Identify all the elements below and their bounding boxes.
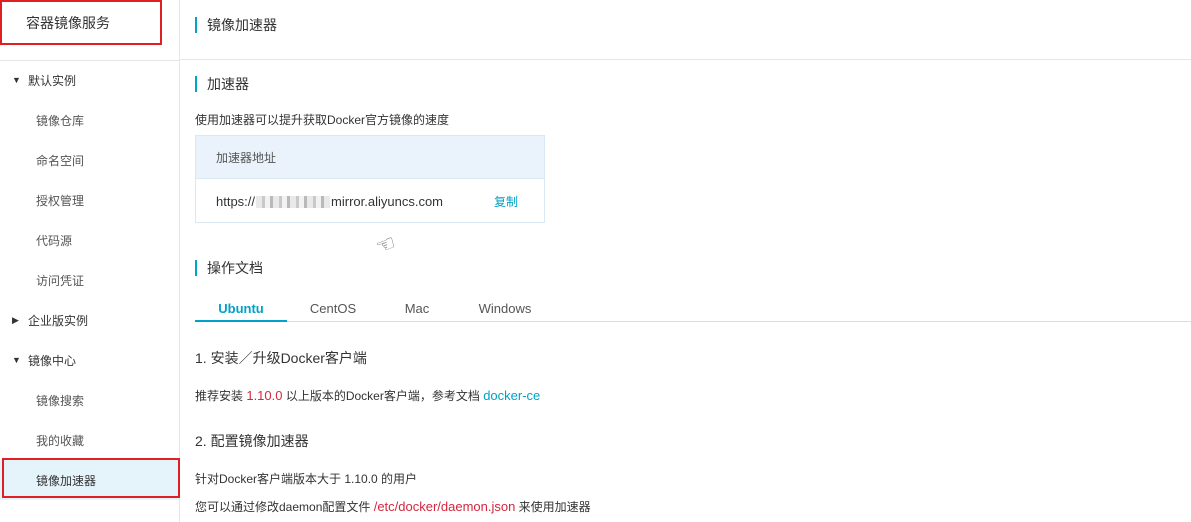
sidebar-item-access-credential[interactable]: 访问凭证 bbox=[0, 260, 179, 300]
accelerator-address-box: 加速器地址 https:// mirror.aliyuncs.com 复制 bbox=[195, 135, 545, 223]
sidebar-item-my-favorites[interactable]: 我的收藏 bbox=[0, 420, 179, 460]
tab-mac[interactable]: Mac bbox=[381, 296, 453, 321]
tab-centos[interactable]: CentOS bbox=[293, 296, 373, 321]
nav-group-enterprise-instance[interactable]: ▶ 企业版实例 bbox=[0, 300, 179, 340]
step1-version: 1.10.0 bbox=[246, 388, 283, 403]
sidebar-item-code-source[interactable]: 代码源 bbox=[0, 220, 179, 260]
accelerator-description: 使用加速器可以提升获取Docker官方镜像的速度 bbox=[195, 113, 450, 127]
sidebar-item-namespace[interactable]: 命名空间 bbox=[0, 140, 179, 180]
nav-group-label: 默认实例 bbox=[28, 73, 77, 88]
step1-text-middle: 以上版本的Docker客户端，参考文档 bbox=[282, 389, 484, 403]
sidebar-item-image-accelerator[interactable]: 镜像加速器 bbox=[0, 460, 179, 500]
accelerator-url: https:// mirror.aliyuncs.com bbox=[216, 194, 443, 209]
hand-pointer-icon: ☜ bbox=[372, 229, 400, 260]
url-prefix: https:// bbox=[216, 194, 256, 209]
tab-windows[interactable]: Windows bbox=[465, 296, 545, 321]
step2-text-before: 您可以通过修改daemon配置文件 bbox=[195, 500, 374, 514]
step1-text: 推荐安装 1.10.0 以上版本的Docker客户端，参考文档 docker-c… bbox=[195, 387, 540, 404]
page-title: 镜像加速器 bbox=[195, 17, 277, 33]
step2-line2: 您可以通过修改daemon配置文件 /etc/docker/daemon.jso… bbox=[195, 498, 591, 515]
sidebar: 容器镜像服务 ▼ 默认实例 镜像仓库 命名空间 授权管理 代码源 访问凭证 ▶ … bbox=[0, 0, 180, 522]
url-suffix: mirror.aliyuncs.com bbox=[331, 194, 443, 209]
step2-title: 2. 配置镜像加速器 bbox=[195, 433, 309, 449]
caret-down-icon: ▼ bbox=[12, 75, 21, 85]
accelerator-section-title: 加速器 bbox=[195, 76, 249, 92]
sidebar-item-authorization[interactable]: 授权管理 bbox=[0, 180, 179, 220]
sidebar-item-image-repo[interactable]: 镜像仓库 bbox=[0, 100, 179, 140]
accelerator-address-label: 加速器地址 bbox=[196, 136, 544, 179]
copy-button[interactable]: 复制 bbox=[494, 193, 518, 210]
step2-text-after: 来使用加速器 bbox=[515, 500, 591, 514]
nav-group-label: 镜像中心 bbox=[28, 353, 77, 368]
page-header bbox=[180, 0, 1191, 60]
daemon-json-path: /etc/docker/daemon.json bbox=[373, 499, 516, 514]
os-tabs: Ubuntu CentOS Mac Windows bbox=[195, 296, 1191, 322]
nav-group-label: 企业版实例 bbox=[28, 313, 89, 328]
product-title: 容器镜像服务 bbox=[0, 0, 162, 45]
caret-right-icon: ▶ bbox=[12, 314, 19, 325]
masked-id bbox=[256, 195, 331, 208]
step2-line1: 针对Docker客户端版本大于 1.10.0 的用户 bbox=[195, 472, 418, 486]
tab-ubuntu[interactable]: Ubuntu bbox=[195, 296, 287, 322]
docs-section-title: 操作文档 bbox=[195, 260, 263, 276]
caret-down-icon: ▼ bbox=[12, 355, 21, 365]
sidebar-item-image-search[interactable]: 镜像搜索 bbox=[0, 380, 179, 420]
step1-title: 1. 安装／升级Docker客户端 bbox=[195, 350, 367, 366]
nav-group-default-instance[interactable]: ▼ 默认实例 bbox=[0, 60, 179, 100]
docker-ce-link[interactable]: docker-ce bbox=[483, 388, 540, 403]
step1-text-before: 推荐安装 bbox=[195, 389, 247, 403]
nav-group-image-center[interactable]: ▼ 镜像中心 bbox=[0, 340, 179, 380]
